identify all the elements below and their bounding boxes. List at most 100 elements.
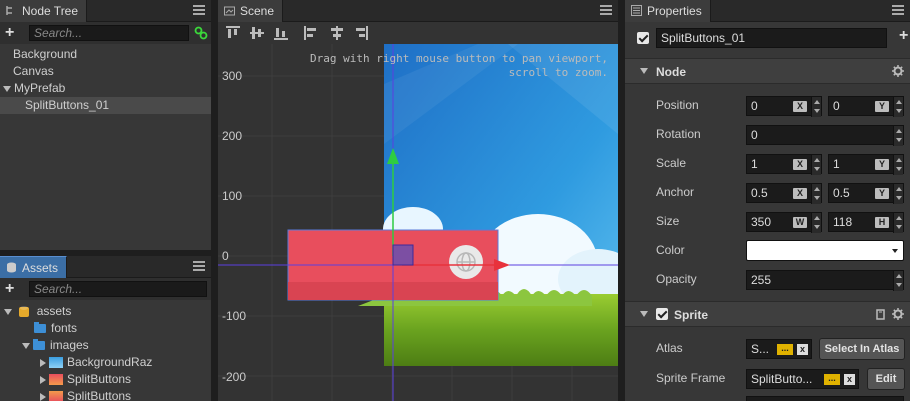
size-width-input[interactable]: 350 W (746, 212, 822, 233)
tab-scene[interactable]: Scene (218, 0, 284, 22)
gear-icon[interactable] (892, 65, 904, 77)
node-section-header[interactable]: Node (625, 58, 910, 84)
hamburger-menu-icon[interactable] (892, 5, 904, 16)
tab-assets[interactable]: Assets (0, 256, 68, 278)
book-icon[interactable] (875, 309, 886, 320)
collapse-caret-icon[interactable] (640, 68, 648, 74)
asset-item-assets[interactable]: assets (0, 303, 211, 320)
scene-viewport[interactable]: Drag with right mouse button to pan view… (218, 44, 618, 401)
gear-icon[interactable] (892, 308, 904, 320)
y-tick-label: -100 (222, 309, 247, 323)
sprite-frame-asset-field[interactable]: SplitButto... ... x (746, 369, 859, 389)
axis-x-badge: X (793, 188, 807, 199)
anchor-x-input[interactable]: 0.5 X (746, 183, 822, 204)
stepper[interactable] (893, 271, 903, 291)
asset-search-input[interactable]: Search... (29, 281, 207, 297)
hamburger-menu-icon[interactable] (600, 5, 612, 16)
tree-item-splitbuttons[interactable]: SplitButtons_01 (0, 97, 211, 114)
tab-node-tree[interactable]: Node Tree (0, 0, 88, 22)
position-x-input[interactable]: 0X (746, 96, 822, 117)
expand-caret-icon[interactable] (4, 308, 12, 315)
add-asset-icon[interactable]: + (5, 280, 14, 298)
scene-canvas[interactable] (218, 44, 618, 401)
position-row: Position 0X 0Y (625, 91, 910, 120)
next-field-partial[interactable] (746, 396, 904, 401)
asset-item-label: SplitButtons (67, 389, 132, 401)
edit-button[interactable]: Edit (867, 368, 905, 390)
position-y-input[interactable]: 0Y (828, 96, 904, 117)
opacity-input[interactable]: 255 (746, 270, 904, 291)
stepper[interactable] (811, 184, 821, 204)
add-component-icon[interactable]: + (899, 27, 908, 45)
stepper[interactable] (893, 184, 903, 204)
link-icon[interactable] (194, 26, 208, 40)
clear-icon[interactable]: x (844, 374, 855, 385)
asset-item-splitbuttons-2[interactable]: SplitButtons (0, 388, 211, 401)
atlas-asset-field[interactable]: S... ... x (746, 339, 812, 359)
anchor-y-input[interactable]: 0.5 Y (828, 183, 904, 204)
asset-item-images[interactable]: images (0, 337, 211, 354)
align-left-icon[interactable] (304, 26, 318, 40)
collapsed-caret-icon[interactable] (40, 375, 46, 384)
axis-h-badge: H (875, 217, 889, 228)
properties-icon (631, 5, 642, 16)
sprite-frame-value: SplitButto... (751, 372, 813, 386)
database-icon (19, 306, 30, 318)
align-top-icon[interactable] (226, 26, 240, 40)
node-tree-search-row: + Search... (0, 22, 211, 44)
size-height-input[interactable]: 118 H (828, 212, 904, 233)
axis-w-badge: W (793, 217, 807, 228)
tree-item-background[interactable]: Background (0, 46, 211, 63)
browse-icon[interactable]: ... (824, 374, 840, 385)
scene-toolbar (218, 22, 618, 44)
stepper[interactable] (811, 97, 821, 117)
tree-item-label: Canvas (13, 64, 54, 78)
collapsed-caret-icon[interactable] (40, 358, 46, 367)
browse-icon[interactable]: ... (777, 344, 793, 355)
add-node-icon[interactable]: + (5, 24, 14, 42)
collapsed-caret-icon[interactable] (40, 392, 46, 401)
align-vcenter-icon[interactable] (250, 26, 264, 40)
stepper[interactable] (811, 213, 821, 233)
stepper[interactable] (893, 126, 903, 146)
scene-tabbar: Scene (218, 0, 618, 22)
node-active-checkbox[interactable] (637, 32, 649, 44)
position-y-value: 0 (833, 99, 840, 113)
tree-item-canvas[interactable]: Canvas (0, 63, 211, 80)
collapse-caret-icon[interactable] (640, 311, 648, 317)
stepper[interactable] (893, 97, 903, 117)
hint-line-2: scroll to zoom. (508, 66, 608, 79)
axis-y-badge: Y (875, 188, 889, 199)
expand-caret-icon[interactable] (22, 342, 30, 349)
align-right-icon[interactable] (354, 26, 368, 40)
tab-properties[interactable]: Properties (625, 0, 711, 22)
align-hcenter-icon[interactable] (330, 26, 344, 40)
stepper[interactable] (893, 155, 903, 175)
scale-y-input[interactable]: 1Y (828, 154, 904, 175)
color-swatch-picker[interactable] (746, 240, 904, 261)
stepper[interactable] (893, 213, 903, 233)
axis-x-badge: X (793, 159, 807, 170)
asset-item-splitbuttons[interactable]: SplitButtons (0, 371, 211, 388)
select-in-atlas-button[interactable]: Select In Atlas (819, 338, 905, 360)
asset-item-backgroundraz[interactable]: BackgroundRaz (0, 354, 211, 371)
expand-caret-icon[interactable] (3, 85, 11, 92)
scale-x-input[interactable]: 1X (746, 154, 822, 175)
properties-tabbar: Properties (625, 0, 910, 22)
stepper[interactable] (811, 155, 821, 175)
hamburger-menu-icon[interactable] (193, 261, 205, 272)
tree-item-myprefab[interactable]: MyPrefab (0, 80, 211, 97)
rotation-input[interactable]: 0 (746, 125, 904, 146)
clear-icon[interactable]: x (797, 344, 808, 355)
asset-item-fonts[interactable]: fonts (0, 320, 211, 337)
opacity-value: 255 (751, 273, 772, 287)
align-bottom-icon[interactable] (274, 26, 288, 40)
scale-x-value: 1 (751, 157, 758, 171)
node-search-input[interactable]: Search... (29, 25, 189, 41)
image-thumbnail-icon (49, 357, 63, 369)
node-name-input[interactable]: SplitButtons_01 (656, 28, 887, 48)
sprite-section-header[interactable]: Sprite (625, 301, 910, 327)
position-label: Position (656, 98, 699, 112)
sprite-enabled-checkbox[interactable] (656, 308, 668, 320)
hamburger-menu-icon[interactable] (193, 5, 205, 16)
